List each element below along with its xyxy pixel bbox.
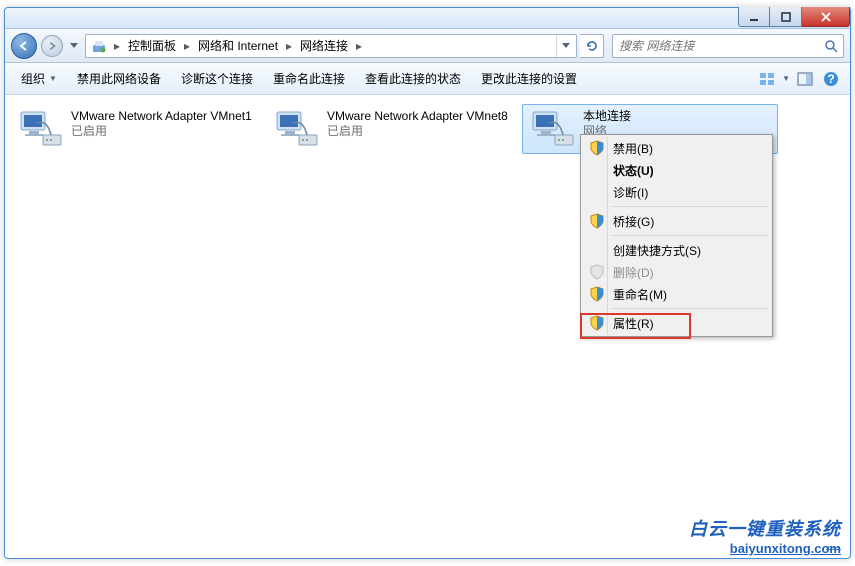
address-bar[interactable]: ▸ 控制面板 ▸ 网络和 Internet ▸ 网络连接 ▸ — [85, 34, 577, 58]
adapter-name: 本地连接 — [583, 109, 771, 124]
shield-icon — [587, 262, 607, 282]
command-bar: 组织 ▼ 禁用此网络设备 诊断这个连接 重命名此连接 查看此连接的状态 更改此连接… — [5, 63, 850, 95]
close-button[interactable] — [802, 7, 850, 27]
identify-link[interactable]: ... — [826, 532, 841, 553]
view-status-button[interactable]: 查看此连接的状态 — [357, 66, 469, 91]
chevron-right-icon[interactable]: ▸ — [282, 35, 296, 57]
separator — [611, 206, 768, 207]
adapter-name: VMware Network Adapter VMnet1 — [71, 109, 259, 124]
context-menu: 禁用(B) 状态(U) 诊断(I) 桥接(G) 创建快捷方式(S) 删除(D) … — [580, 134, 773, 337]
view-dropdown[interactable]: ▼ — [782, 74, 790, 83]
diagnose-button[interactable]: 诊断这个连接 — [173, 66, 261, 91]
disable-device-button[interactable]: 禁用此网络设备 — [69, 66, 169, 91]
shield-icon — [587, 211, 607, 231]
organize-label: 组织 — [21, 70, 45, 87]
adapter-icon — [17, 109, 65, 149]
shield-icon — [587, 313, 607, 333]
breadcrumb[interactable]: 网络连接 — [296, 37, 352, 54]
chevron-right-icon[interactable]: ▸ — [352, 35, 366, 57]
svg-text:?: ? — [827, 72, 834, 86]
ctx-shortcut[interactable]: 创建快捷方式(S) — [583, 239, 770, 261]
network-adapter-item[interactable]: VMware Network Adapter VMnet1 已启用 — [10, 104, 266, 154]
separator — [611, 235, 768, 236]
search-input[interactable] — [613, 39, 819, 53]
refresh-button[interactable] — [580, 34, 604, 58]
ctx-properties[interactable]: 属性(R) — [583, 312, 770, 334]
search-icon[interactable] — [819, 35, 843, 57]
ctx-label: 状态(U) — [613, 162, 654, 179]
ctx-status[interactable]: 状态(U) — [583, 159, 770, 181]
titlebar — [5, 8, 850, 29]
ctx-label: 诊断(I) — [613, 184, 648, 201]
change-settings-button[interactable]: 更改此连接的设置 — [473, 66, 585, 91]
chevron-right-icon[interactable]: ▸ — [180, 35, 194, 57]
navigation-bar: ▸ 控制面板 ▸ 网络和 Internet ▸ 网络连接 ▸ — [5, 29, 850, 63]
ctx-bridge[interactable]: 桥接(G) — [583, 210, 770, 232]
help-button[interactable]: ? — [820, 68, 842, 90]
ctx-label: 重命名(M) — [613, 286, 667, 303]
network-adapter-item[interactable]: VMware Network Adapter VMnet8 已启用 — [266, 104, 522, 154]
chevron-down-icon: ▼ — [49, 74, 57, 83]
shield-icon — [587, 138, 607, 158]
breadcrumb[interactable]: 控制面板 — [124, 37, 180, 54]
rename-button[interactable]: 重命名此连接 — [265, 66, 353, 91]
ctx-label: 禁用(B) — [613, 140, 653, 157]
ctx-diagnose[interactable]: 诊断(I) — [583, 181, 770, 203]
search-box[interactable] — [612, 34, 844, 58]
maximize-button[interactable] — [770, 7, 802, 27]
separator — [611, 308, 768, 309]
preview-pane-button[interactable] — [794, 68, 816, 90]
adapter-icon — [273, 109, 321, 149]
ctx-label: 属性(R) — [613, 315, 654, 332]
nav-history-dropdown[interactable] — [67, 35, 81, 57]
adapter-status: 已启用 — [71, 124, 259, 139]
shield-icon — [587, 284, 607, 304]
view-options-button[interactable] — [756, 68, 778, 90]
ctx-label: 桥接(G) — [613, 213, 654, 230]
adapter-name: VMware Network Adapter VMnet8 — [327, 109, 515, 124]
ctx-disable[interactable]: 禁用(B) — [583, 137, 770, 159]
adapter-icon — [529, 109, 577, 149]
ctx-label: 创建快捷方式(S) — [613, 242, 701, 259]
ctx-rename[interactable]: 重命名(M) — [583, 283, 770, 305]
location-icon — [90, 37, 108, 55]
chevron-right-icon[interactable]: ▸ — [110, 35, 124, 57]
breadcrumb[interactable]: 网络和 Internet — [194, 37, 282, 54]
organize-menu[interactable]: 组织 ▼ — [13, 66, 65, 91]
minimize-button[interactable] — [738, 7, 770, 27]
back-button[interactable] — [11, 33, 37, 59]
adapter-status: 已启用 — [327, 124, 515, 139]
forward-button[interactable] — [41, 35, 63, 57]
address-dropdown[interactable] — [556, 35, 574, 57]
ctx-delete: 删除(D) — [583, 261, 770, 283]
ctx-label: 删除(D) — [613, 264, 654, 281]
